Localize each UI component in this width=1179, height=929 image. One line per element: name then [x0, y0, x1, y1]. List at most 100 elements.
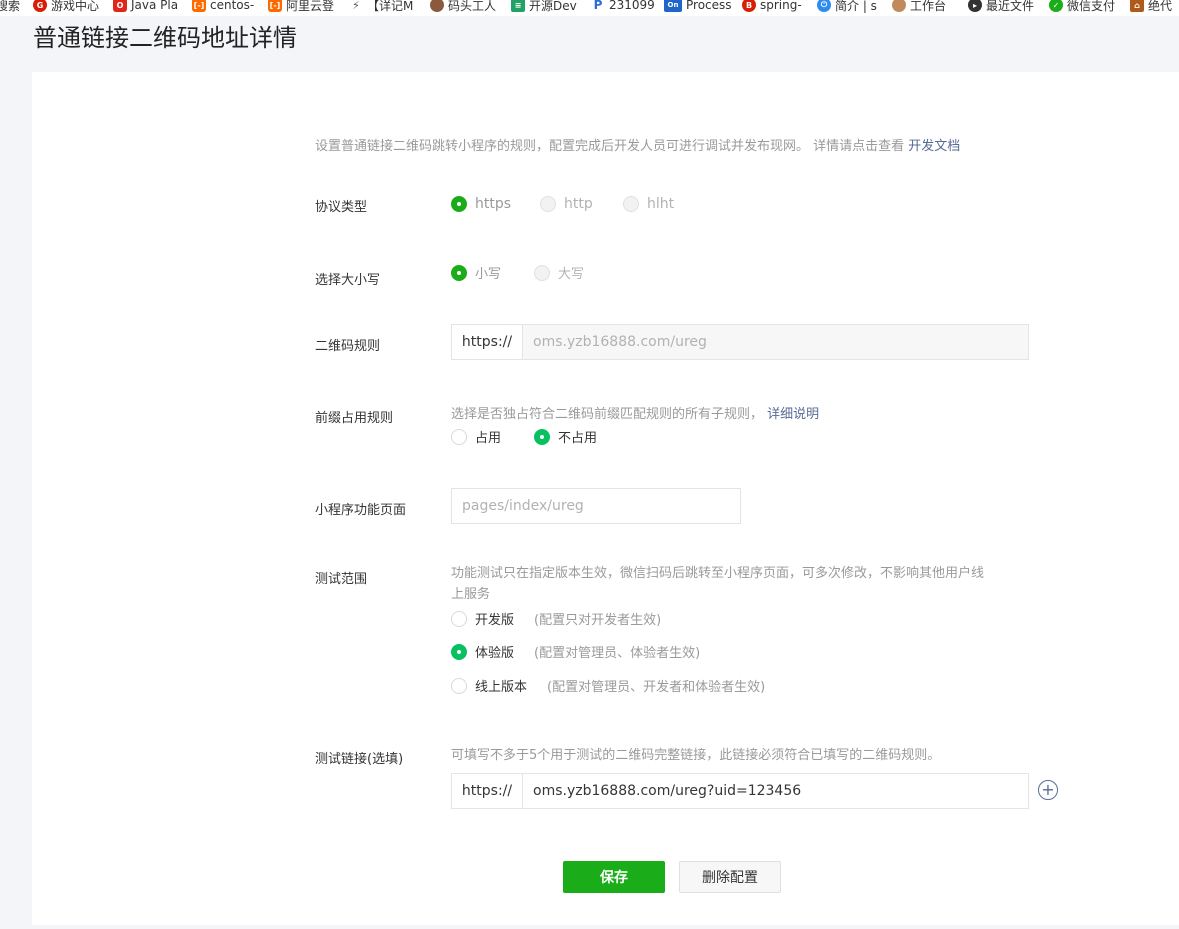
bookmark-centos[interactable]: [-] centos- [192, 0, 254, 14]
radio-label: https [475, 196, 512, 212]
bookmark-label: 绝代 [1148, 0, 1173, 13]
bookmark-icon: ⚡ [349, 0, 363, 12]
scope-trial-radio[interactable]: 体验版 (配置对管理员、体验者生效) [451, 642, 700, 661]
delete-config-button[interactable]: 删除配置 [679, 861, 781, 893]
protocol-hlht-radio[interactable]: hlht [623, 196, 674, 212]
bookmark-house[interactable]: ⌂ 绝代 [1130, 0, 1172, 14]
radio-dot [540, 196, 556, 212]
bookmark-search[interactable]: 搜索 [0, 0, 20, 14]
bookmark-label: 搜索 [0, 0, 21, 13]
bookmark-process[interactable]: On Process [664, 0, 732, 14]
bookmark-label: 微信支付 [1067, 0, 1116, 13]
bookmark-intro[interactable]: ⏻ 简介 | s [817, 0, 877, 14]
radio-label: 体验版 [475, 646, 515, 661]
wechat-pay-icon: ✓ [1049, 0, 1063, 12]
radio-dot [451, 677, 467, 694]
test-link-prefix: https:// [452, 774, 523, 808]
prefix-rule-desc: 选择是否独占符合二维码前缀匹配规则的所有子规则， 详细说明 [451, 403, 819, 422]
case-label: 选择大小写 [315, 273, 381, 288]
radio-dot [534, 428, 550, 445]
prefix-not-occupy-radio[interactable]: 不占用 [534, 427, 597, 446]
protocol-label: 协议类型 [315, 200, 368, 215]
bookmark-aliyun[interactable]: [-] 阿里云登 [268, 0, 334, 14]
radio-label: 开发版 [475, 613, 515, 628]
detail-link[interactable]: 详细说明 [767, 407, 819, 422]
bookmark-wechat-pay[interactable]: ✓ 微信支付 [1049, 0, 1115, 14]
test-scope-desc: 功能测试只在指定版本生效，微信扫码后跳转至小程序页面，可多次修改，不影响其他用户… [451, 563, 984, 605]
oracle-icon: O [113, 0, 127, 12]
radio-label: 线上版本 [475, 680, 528, 695]
radio-dot [451, 264, 467, 281]
protocol-https-radio[interactable]: https [451, 196, 511, 212]
case-lower-radio[interactable]: 小写 [451, 263, 501, 282]
bookmark-java[interactable]: O Java Pla [113, 0, 178, 14]
test-scope-desc-line: 功能测试只在指定版本生效，微信扫码后跳转至小程序页面，可多次修改，不影响其他用户… [451, 566, 985, 581]
scope-online-radio[interactable]: 线上版本 (配置对管理员、开发者和体验者生效) [451, 676, 765, 695]
bookmark-label: 开源Dev [529, 0, 577, 13]
avatar-icon [430, 0, 444, 12]
bookmark-docker[interactable]: 码头工人 [430, 0, 496, 14]
radio-note: (配置对管理员、开发者和体验者生效) [547, 680, 766, 695]
avatar-icon [892, 0, 906, 12]
scope-dev-radio[interactable]: 开发版 (配置只对开发者生效) [451, 609, 661, 628]
radio-label: 不占用 [558, 431, 598, 446]
intro-description: 设置普通链接二维码跳转小程序的规则，配置完成后开发人员可进行调试并发布现网。 详… [315, 139, 909, 154]
bookmark-label: 【详记M [367, 0, 414, 13]
save-button[interactable]: 保存 [563, 861, 665, 893]
config-card: 设置普通链接二维码跳转小程序的规则，配置完成后开发人员可进行调试并发布现网。 详… [32, 72, 1179, 925]
qr-rule-input[interactable]: oms.yzb16888.com/ureg [523, 325, 1028, 359]
test-scope-desc-line: 上服务 [451, 587, 491, 602]
bookmark-label: 最近文件 [986, 0, 1035, 13]
add-test-link-button[interactable]: + [1038, 780, 1058, 800]
radio-dot [451, 428, 467, 445]
house-icon: ⌂ [1130, 0, 1144, 12]
radio-label: 小写 [475, 267, 502, 282]
test-scope-label: 测试范围 [315, 572, 368, 587]
radio-label: hlht [647, 196, 675, 212]
bookmark-game[interactable]: G 游戏中心 [33, 0, 99, 14]
bookmark-notes[interactable]: ⚡ 【详记M [349, 0, 413, 14]
prefix-occupy-radio[interactable]: 占用 [451, 427, 501, 446]
prefix-rule-label: 前缀占用规则 [315, 411, 394, 426]
case-upper-radio[interactable]: 大写 [534, 263, 584, 282]
radio-label: 占用 [475, 431, 502, 446]
page-label: 小程序功能页面 [315, 503, 407, 518]
radio-dot [534, 264, 550, 281]
bookmark-label: 简介 | s [835, 0, 877, 13]
bookmarks-bar: 搜索 G 游戏中心 O Java Pla [-] centos- [-] 阿里云登 ⚡ 【… [0, 0, 1179, 16]
bookmark-label: 工作台 [910, 0, 947, 13]
radio-label: http [564, 196, 593, 212]
bookmark-spring[interactable]: Bspring- [742, 0, 802, 14]
bookmark-label: Process [686, 0, 732, 12]
test-link-input-group: https:// oms.yzb16888.com/ureg?uid=12345… [451, 773, 1029, 809]
bookmark-label: 231099 [609, 0, 655, 12]
bookmark-label: spring- [760, 0, 802, 12]
radio-dot [451, 610, 467, 627]
protocol-http-radio[interactable]: http [540, 196, 593, 212]
bookmark-recent[interactable]: ▸ 最近文件 [968, 0, 1034, 14]
radio-dot [623, 196, 639, 212]
bookmark-workbench[interactable]: 工作台 [892, 0, 946, 14]
power-icon: ⏻ [817, 0, 831, 12]
test-link-input[interactable]: oms.yzb16888.com/ureg?uid=123456 [523, 774, 1028, 808]
plus-icon: + [1041, 780, 1055, 799]
onenote-icon: On [664, 0, 682, 12]
dev-docs-link[interactable]: 开发文档 [908, 139, 960, 154]
page-title: 普通链接二维码地址详情 [33, 24, 297, 52]
bookmark-label: centos- [210, 0, 255, 12]
prefix-rule-description: 选择是否独占符合二维码前缀匹配规则的所有子规则， [451, 407, 764, 422]
bookmark-231099[interactable]: P 231099 [591, 0, 655, 14]
bookmark-devops[interactable]: ≡ 开源Dev [511, 0, 577, 14]
spring-icon: B [742, 0, 756, 12]
qr-rule-prefix: https:// [452, 325, 523, 359]
bookmark-label: 游戏中心 [51, 0, 100, 13]
intro-text: 设置普通链接二维码跳转小程序的规则，配置完成后开发人员可进行调试并发布现网。 详… [315, 135, 960, 154]
p-icon: P [591, 0, 605, 12]
page-input[interactable]: pages/index/ureg [451, 488, 741, 524]
test-link-label: 测试链接(选填) [315, 752, 404, 767]
radio-dot [451, 643, 467, 660]
radio-note: (配置对管理员、体验者生效) [534, 646, 701, 661]
bookmark-label: Java Pla [131, 0, 179, 12]
bookmark-label: 阿里云登 [286, 0, 335, 13]
test-link-desc: 可填写不多于5个用于测试的二维码完整链接，此链接必须符合已填写的二维码规则。 [451, 748, 941, 763]
